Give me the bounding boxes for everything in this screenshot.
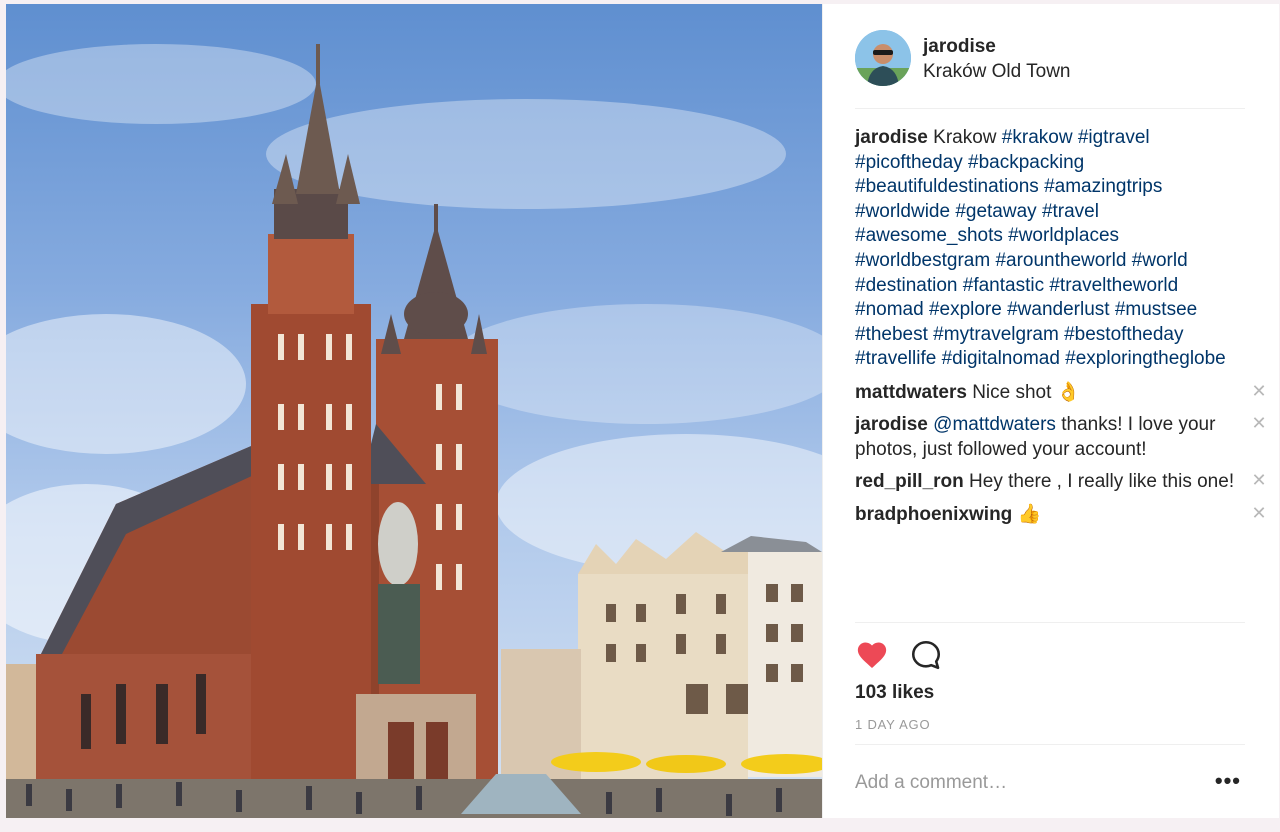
close-icon[interactable]: ✕ <box>1251 471 1267 489</box>
comment-text: 👍 <box>1017 503 1042 525</box>
comments-list: jarodise Krakow #krakow #igtravel #picof… <box>855 126 1267 528</box>
comment-item: bradphoenixwing 👍 ✕ <box>855 503 1267 528</box>
user-avatar-image <box>855 30 911 86</box>
close-icon[interactable]: ✕ <box>1251 504 1267 522</box>
close-icon[interactable]: ✕ <box>1251 382 1267 400</box>
close-icon[interactable]: ✕ <box>1251 414 1267 432</box>
comment-box-divider <box>855 744 1245 745</box>
speech-bubble-icon[interactable] <box>909 638 943 672</box>
comment-username[interactable]: jarodise <box>855 414 928 435</box>
post-details-panel: jarodise Kraków Old Town jarodise Krakow… <box>822 4 1279 818</box>
comment-username[interactable]: red_pill_ron <box>855 471 964 492</box>
add-comment-input[interactable] <box>855 770 1185 796</box>
comment-item: jarodise @mattdwaters thanks! I love you… <box>855 413 1267 462</box>
post-actions <box>855 638 1247 672</box>
post-header: jarodise Kraków Old Town <box>855 30 1245 110</box>
post-timestamp[interactable]: 1 DAY AGO <box>855 717 930 732</box>
caption-hashtags[interactable]: #krakow #igtravel #picoftheday #backpack… <box>855 127 1226 369</box>
post-location[interactable]: Kraków Old Town <box>923 61 1071 83</box>
heart-icon[interactable] <box>855 638 889 672</box>
caption-text: Krakow <box>933 127 997 148</box>
caption-username[interactable]: jarodise <box>855 127 928 148</box>
photo-illustration <box>6 44 822 818</box>
comment-username[interactable]: mattdwaters <box>855 382 967 403</box>
comment-text: Nice shot 👌 <box>972 381 1081 403</box>
post-photo[interactable] <box>6 4 822 818</box>
comment-mention[interactable]: @mattdwaters <box>933 414 1056 435</box>
header-divider <box>855 108 1245 109</box>
avatar[interactable] <box>855 30 911 86</box>
comment-item: mattdwaters Nice shot 👌 ✕ <box>855 381 1267 406</box>
comment-item: red_pill_ron Hey there , I really like t… <box>855 470 1267 495</box>
comment-text: Hey there , I really like this one! <box>969 471 1235 493</box>
post-author-username[interactable]: jarodise <box>923 36 996 58</box>
comment-username[interactable]: bradphoenixwing <box>855 504 1012 525</box>
actions-divider <box>855 622 1245 623</box>
likes-count[interactable]: 103 likes <box>855 682 934 704</box>
more-options-icon[interactable]: ••• <box>1215 770 1241 792</box>
post-caption: jarodise Krakow #krakow #igtravel #picof… <box>855 126 1247 372</box>
